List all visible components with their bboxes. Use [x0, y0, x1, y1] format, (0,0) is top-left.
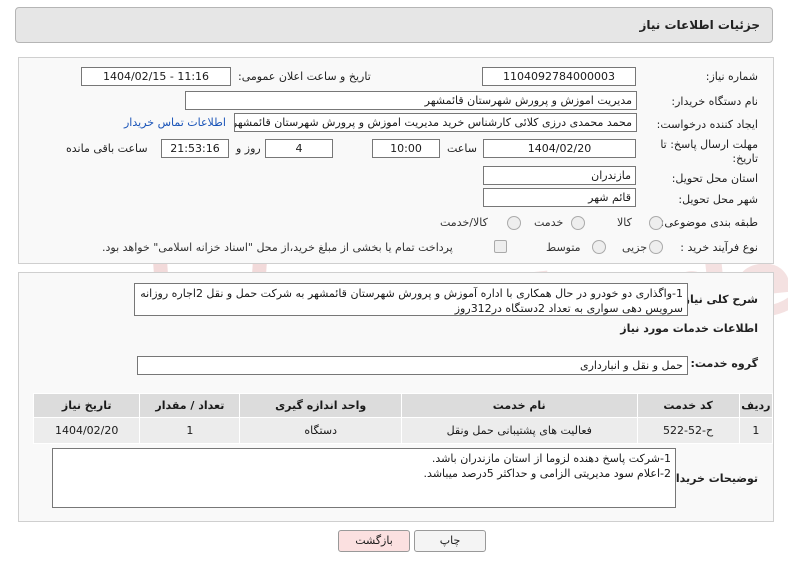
treasury-payment-note: پرداخت تمام یا بخشی از مبلغ خرید،از محل … [102, 241, 453, 254]
column-header-date: تاریخ نیاز [32, 393, 141, 418]
page-header: جزئیات اطلاعات نیاز [15, 7, 773, 43]
column-header-name: نام خدمت [400, 393, 638, 418]
deadline-label-date: تاریخ: [732, 152, 758, 165]
summary-text[interactable]: 1-واگذاری دو خودرو در حال همکاری با ادار… [134, 283, 688, 316]
category-radio-goods[interactable] [649, 216, 663, 230]
buyer-notes-line-2: 2-اعلام سود مدیریتی الزامی و حداکثر 5درص… [423, 467, 671, 480]
buyer-notes-box[interactable]: 1-شرکت پاسخ دهنده لزوما از استان مازندرا… [52, 448, 676, 508]
service-group-field[interactable]: حمل و نقل و انبارداری [137, 356, 688, 375]
need-number-label: شماره نیاز: [705, 70, 758, 83]
category-radio-goods-service[interactable] [507, 216, 521, 230]
deadline-label: مهلت ارسال پاسخ: تا [660, 138, 758, 151]
process-label: نوع فرآیند خرید : [680, 241, 758, 254]
column-header-row: ردیف [738, 393, 774, 418]
need-info-panel [18, 57, 774, 264]
category-option-service: خدمت [534, 216, 564, 229]
category-radio-service[interactable] [571, 216, 585, 230]
page-title: جزئیات اطلاعات نیاز [639, 18, 760, 32]
buyer-org-label: نام دستگاه خریدار: [671, 95, 758, 108]
need-number-field[interactable]: 1104092784000003 [482, 67, 636, 86]
summary-label: شرح کلی نیاز: [679, 293, 758, 306]
cell-need-date: 1404/02/20 [32, 417, 141, 444]
days-label: روز و [236, 142, 261, 155]
process-option-medium: متوسط [546, 241, 581, 254]
column-header-unit: واحد اندازه گیری [239, 393, 402, 418]
announce-label: تاریخ و ساعت اعلان عمومی: [238, 70, 371, 83]
column-header-code: کد خدمت [636, 393, 740, 418]
province-label: استان محل تحویل: [671, 172, 758, 185]
cell-unit: دستگاه [239, 417, 402, 444]
category-option-goods: کالا [617, 216, 632, 229]
category-option-goods-service: کالا/خدمت [440, 216, 488, 229]
deadline-time-label: ساعت [447, 142, 477, 155]
column-header-quantity: تعداد / مقدار [139, 393, 241, 418]
time-remaining-label: ساعت باقی مانده [66, 142, 148, 155]
buyer-contact-link[interactable]: اطلاعات تماس خریدار [124, 116, 226, 129]
buyer-notes-label: توضیحات خریدار: [665, 472, 758, 485]
process-radio-minor[interactable] [649, 240, 663, 254]
category-label: طبقه بندی موضوعی: [660, 216, 758, 229]
creator-field[interactable]: محمد محمدی درزی کلائی کارشناس خرید مدیری… [234, 113, 637, 132]
table-row[interactable]: 1 ح-52-522 فعالیت های پشتیبانی حمل ونقل … [32, 417, 774, 444]
service-group-label: گروه خدمت: [690, 357, 758, 370]
city-field[interactable]: قائم شهر [483, 188, 636, 207]
deadline-time-field[interactable]: 10:00 [372, 139, 440, 158]
print-button[interactable]: چاپ [414, 530, 486, 552]
cell-service-name: فعالیت های پشتیبانی حمل ونقل [400, 417, 638, 444]
announce-datetime-field[interactable]: 1404/02/15 - 11:16 [81, 67, 231, 86]
time-remaining-field[interactable]: 21:53:16 [161, 139, 229, 158]
city-label: شهر محل تحویل: [678, 193, 758, 206]
cell-row-number: 1 [738, 417, 774, 444]
process-radio-medium[interactable] [592, 240, 606, 254]
cell-quantity: 1 [139, 417, 241, 444]
days-remaining-field[interactable]: 4 [265, 139, 333, 158]
services-table-header: ردیف کد خدمت نام خدمت واحد اندازه گیری ت… [32, 393, 774, 418]
treasury-payment-checkbox[interactable] [494, 240, 507, 253]
creator-label: ایجاد کننده درخواست: [656, 118, 758, 131]
process-option-minor: جزیی [622, 241, 648, 254]
deadline-date-field[interactable]: 1404/02/20 [483, 139, 636, 158]
services-section-title: اطلاعات خدمات مورد نیاز [620, 322, 758, 335]
province-field[interactable]: مازندران [483, 166, 636, 185]
back-button[interactable]: بازگشت [338, 530, 410, 552]
buyer-notes-line-1: 1-شرکت پاسخ دهنده لزوما از استان مازندرا… [431, 452, 671, 465]
services-table: ردیف کد خدمت نام خدمت واحد اندازه گیری ت… [32, 393, 774, 444]
buyer-org-field[interactable]: مدیریت اموزش و پرورش شهرستان قائمشهر [185, 91, 637, 110]
cell-service-code: ح-52-522 [636, 417, 740, 444]
